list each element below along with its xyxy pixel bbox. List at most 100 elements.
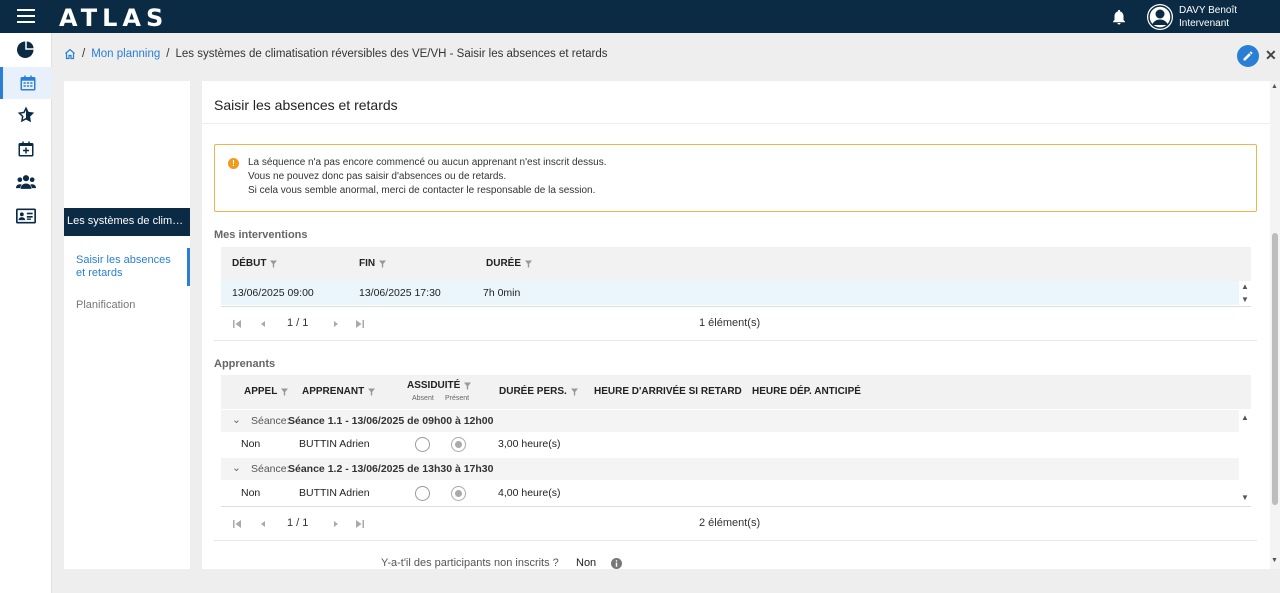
- scroll-down-arrow[interactable]: ▼: [1241, 493, 1249, 502]
- cell-apprenant: BUTTIN Adrien: [299, 438, 370, 450]
- menu-icon[interactable]: [17, 9, 35, 23]
- first-page-icon[interactable]: [232, 519, 242, 529]
- col-heure-dep-label: HEURE DÉP. ANTICIPÉ: [752, 386, 861, 397]
- cell-appel: Non: [241, 487, 261, 499]
- scroll-down-arrow[interactable]: ▼: [1241, 295, 1249, 304]
- absent-radio[interactable]: [415, 437, 430, 452]
- scroll-up-arrow[interactable]: ▲: [1271, 83, 1278, 90]
- last-page-icon[interactable]: [355, 319, 365, 329]
- present-radio[interactable]: [451, 437, 466, 452]
- divider: [214, 540, 1257, 541]
- col-apprenant[interactable]: APPRENANT: [302, 386, 376, 397]
- col-debut-label: DÉBUT: [232, 258, 267, 269]
- close-icon[interactable]: ✕: [1265, 47, 1277, 64]
- col-duree-label: DURÉE: [486, 258, 522, 269]
- rail-add-event[interactable]: [0, 133, 52, 165]
- filter-icon[interactable]: [525, 260, 533, 268]
- col-duree-pers[interactable]: DURÉE PERS.: [499, 386, 578, 397]
- cell-duree: 7h 0min: [483, 287, 521, 299]
- filter-icon[interactable]: [570, 388, 578, 396]
- cell-apprenant: BUTTIN Adrien: [299, 487, 370, 499]
- divider: [202, 123, 1270, 124]
- page-scrollbar[interactable]: ▲ ▼: [1270, 81, 1280, 569]
- cell-duree-pers: 4,00 heure(s): [498, 487, 561, 499]
- rail-users[interactable]: [0, 166, 52, 198]
- group-prefix: Séance:: [251, 463, 290, 475]
- last-page-icon[interactable]: [355, 519, 365, 529]
- sequence-title[interactable]: Les systèmes de climatisation réversible…: [64, 208, 190, 236]
- user-info[interactable]: DAVY Benoît Intervenant: [1179, 4, 1237, 30]
- nav-item-absences[interactable]: Saisir les absences et retards: [64, 248, 190, 286]
- filter-icon[interactable]: [464, 382, 472, 390]
- col-assiduite[interactable]: ASSIDUITÉ: [407, 380, 472, 391]
- col-appel[interactable]: APPEL: [244, 386, 289, 397]
- home-icon[interactable]: [64, 48, 76, 60]
- calendar-plus-icon: [18, 141, 34, 157]
- rail-evaluations[interactable]: [0, 99, 52, 131]
- table-row[interactable]: Non BUTTIN Adrien 3,00 heure(s): [221, 432, 1239, 457]
- cell-duree-pers: 3,00 heure(s): [498, 438, 561, 450]
- grid-header: APPEL APPRENANT ASSIDUITÉ Absent Présent…: [221, 375, 1251, 409]
- chart-pie-icon: [17, 41, 34, 58]
- user-avatar-icon[interactable]: [1147, 4, 1173, 30]
- next-page-icon[interactable]: [331, 319, 341, 329]
- user-role: Intervenant: [1179, 18, 1230, 29]
- cell-debut: 13/06/2025 09:00: [232, 287, 314, 299]
- absent-sublabel: Absent: [412, 395, 434, 402]
- group-row[interactable]: ⌄ Séance: Séance 1.2 - 13/06/2025 de 13h…: [221, 458, 1239, 480]
- col-duree[interactable]: DURÉE: [486, 258, 533, 269]
- divider: [214, 340, 1257, 341]
- interventions-grid: DÉBUT FIN DURÉE 13/06/2025 09:00 13/06/2…: [221, 247, 1251, 341]
- absent-radio[interactable]: [415, 486, 430, 501]
- page-title: Saisir les absences et retards: [214, 97, 398, 113]
- filter-icon[interactable]: [368, 388, 376, 396]
- edit-button[interactable]: [1237, 45, 1259, 67]
- collapse-chevron-icon[interactable]: ⌄: [232, 462, 241, 474]
- filter-icon[interactable]: [281, 388, 289, 396]
- page-indicator: 1 / 1: [287, 317, 309, 329]
- collapse-chevron-icon[interactable]: ⌄: [232, 414, 241, 426]
- prev-page-icon[interactable]: [258, 319, 268, 329]
- col-assiduite-label: ASSIDUITÉ: [407, 380, 461, 391]
- rail-id-card[interactable]: [0, 200, 52, 232]
- grid-header: DÉBUT FIN DURÉE: [221, 247, 1251, 281]
- breadcrumb-current: Les systèmes de climatisation réversible…: [175, 48, 608, 60]
- nav-item-planification[interactable]: Planification: [76, 299, 135, 311]
- filter-icon[interactable]: [379, 260, 387, 268]
- col-heure-arrivee[interactable]: HEURE D'ARRIVÉE SI RETARD: [594, 386, 742, 397]
- group-row[interactable]: ⌄ Séance: Séance 1.1 - 13/06/2025 de 09h…: [221, 410, 1239, 432]
- interventions-label: Mes interventions: [214, 229, 308, 241]
- col-fin[interactable]: FIN: [359, 258, 387, 269]
- scroll-down-arrow[interactable]: ▼: [1271, 557, 1278, 564]
- next-page-icon[interactable]: [331, 519, 341, 529]
- breadcrumb: / Mon planning / Les systèmes de climati…: [64, 48, 608, 60]
- page-indicator: 1 / 1: [287, 517, 309, 529]
- bell-icon[interactable]: [1110, 8, 1128, 26]
- col-heure-dep[interactable]: HEURE DÉP. ANTICIPÉ: [752, 386, 861, 397]
- prev-page-icon[interactable]: [258, 519, 268, 529]
- info-icon[interactable]: [611, 558, 622, 569]
- participants-value[interactable]: Non: [576, 557, 596, 569]
- col-apprenant-label: APPRENANT: [302, 386, 365, 397]
- pager: 1 / 1 2 élément(s): [221, 506, 1251, 540]
- users-icon: [16, 175, 36, 189]
- group-name: Séance 1.2 - 13/06/2025 de 13h30 à 17h30: [288, 463, 494, 475]
- breadcrumb-planning-link[interactable]: Mon planning: [91, 48, 160, 60]
- rail-dashboard[interactable]: [0, 33, 52, 65]
- scroll-up-arrow[interactable]: ▲: [1241, 282, 1249, 291]
- warning-alert: ! La séquence n'a pas encore commencé ou…: [214, 144, 1257, 212]
- warning-line-2: Vous ne pouvez donc pas saisir d'absence…: [248, 171, 507, 182]
- filter-icon[interactable]: [270, 260, 278, 268]
- first-page-icon[interactable]: [232, 319, 242, 329]
- app-logo[interactable]: ATLAS: [59, 4, 168, 32]
- table-row[interactable]: Non BUTTIN Adrien 4,00 heure(s): [221, 481, 1239, 506]
- table-row[interactable]: 13/06/2025 09:00 13/06/2025 17:30 7h 0mi…: [221, 281, 1239, 305]
- col-debut[interactable]: DÉBUT: [232, 258, 278, 269]
- scroll-up-arrow[interactable]: ▲: [1241, 413, 1249, 422]
- present-radio[interactable]: [451, 486, 466, 501]
- pager: 1 / 1 1 élément(s): [221, 306, 1251, 340]
- scrollbar-thumb[interactable]: [1272, 233, 1278, 505]
- rail-planning[interactable]: [0, 67, 52, 99]
- apprenants-label: Apprenants: [214, 358, 276, 370]
- calendar-icon: [20, 75, 35, 91]
